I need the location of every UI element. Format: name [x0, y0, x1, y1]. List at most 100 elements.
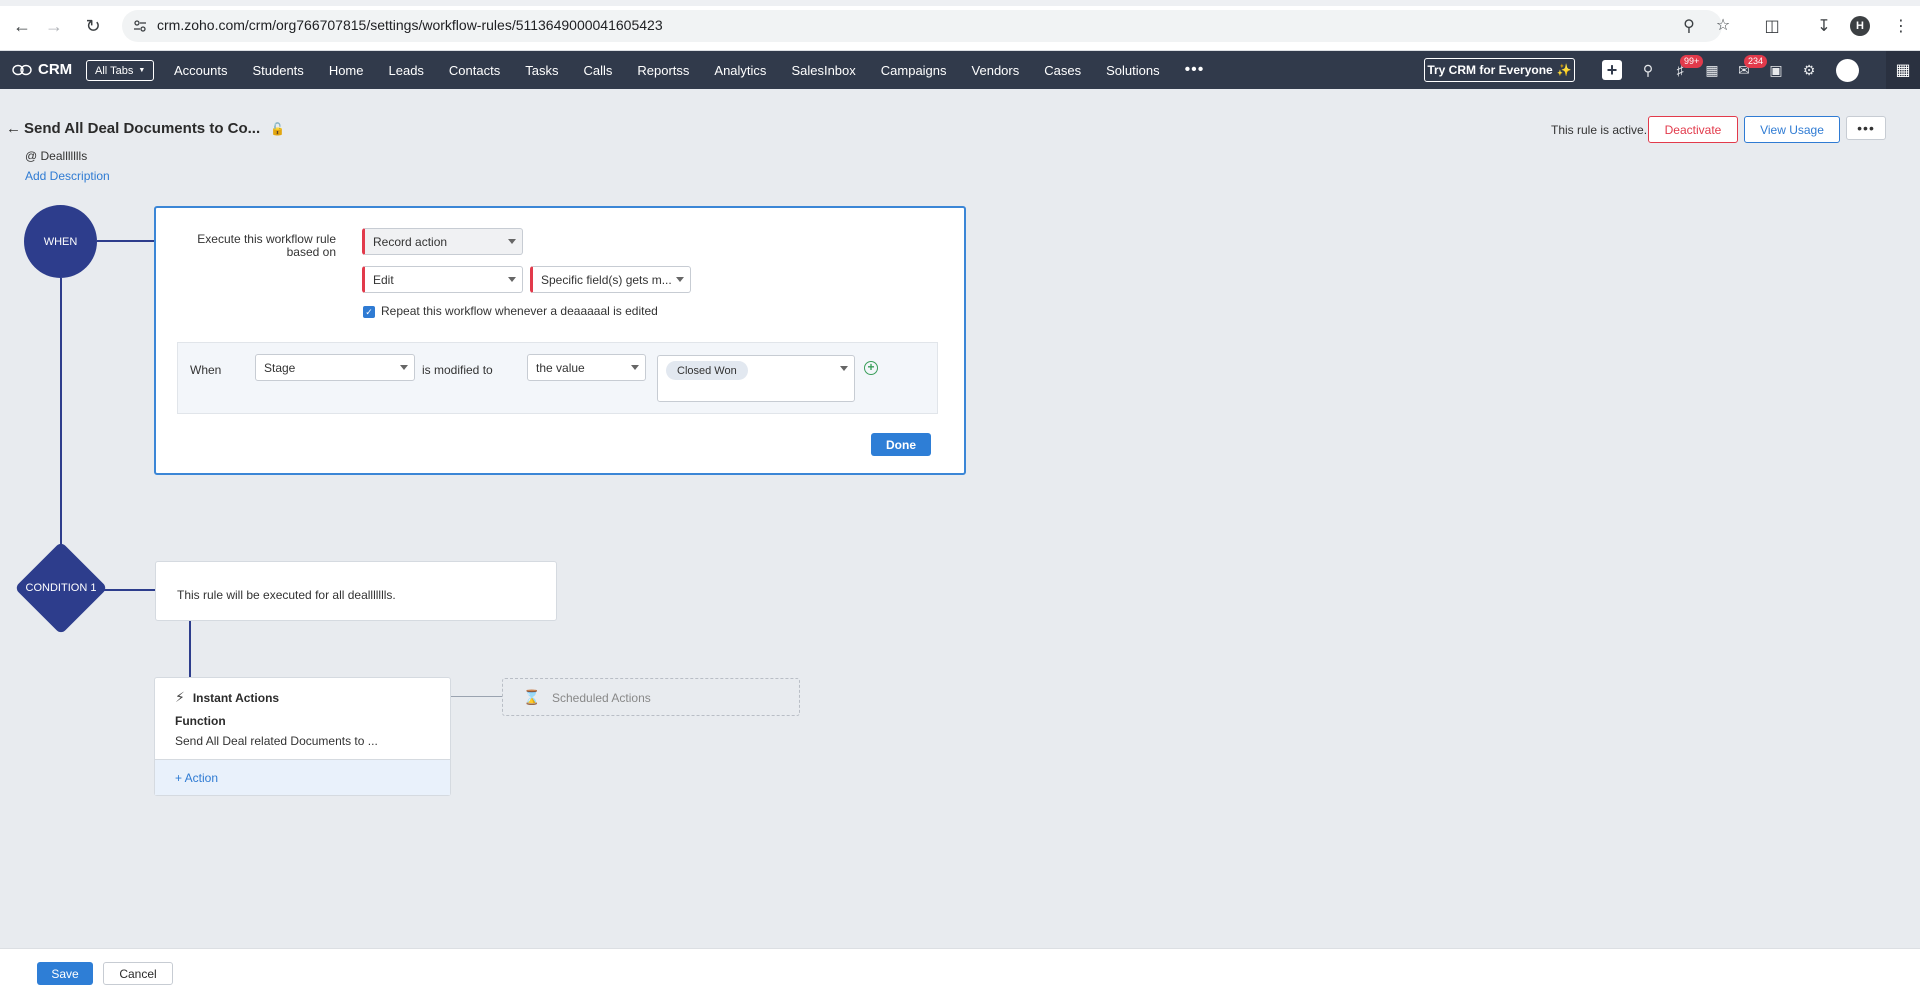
- create-plus-icon[interactable]: +: [1602, 60, 1622, 80]
- field-select[interactable]: Stage: [255, 354, 415, 381]
- zoho-logo-icon: [12, 64, 32, 75]
- tab-campaigns[interactable]: Campaigns: [881, 63, 947, 78]
- tab-reports[interactable]: Reportss: [637, 63, 689, 78]
- action-description[interactable]: Send All Deal related Documents to ...: [175, 734, 378, 748]
- back-arrow-icon[interactable]: ←: [6, 120, 21, 137]
- deactivate-button[interactable]: Deactivate: [1648, 116, 1738, 143]
- crm-logo[interactable]: CRM: [12, 61, 72, 78]
- condition-panel[interactable]: This rule will be executed for all deall…: [155, 561, 557, 621]
- profile-avatar[interactable]: H: [1850, 16, 1870, 36]
- chrome-menu-icon[interactable]: ⋮: [1890, 15, 1912, 37]
- apps-grid-icon[interactable]: ▦: [1886, 51, 1920, 89]
- chevron-down-icon: [676, 277, 684, 282]
- notification-badge: 99+: [1680, 55, 1704, 68]
- flow-connector: [189, 621, 191, 677]
- when-label: When: [190, 363, 222, 377]
- sparkle-icon: ✨: [1556, 63, 1572, 77]
- search-icon[interactable]: ⚲: [1638, 60, 1658, 80]
- crm-topbar: CRM All Tabs ▼ Accounts Students Home Le…: [0, 51, 1920, 89]
- scheduled-actions-label: Scheduled Actions: [552, 691, 651, 705]
- user-avatar[interactable]: [1836, 59, 1859, 82]
- calendar-icon[interactable]: ▦: [1702, 60, 1722, 80]
- rule-title: Send All Deal Documents to Co... 🔓: [24, 120, 285, 137]
- address-bar[interactable]: crm.zoho.com/crm/org766707815/settings/w…: [122, 10, 1722, 42]
- extensions-icon[interactable]: ◫: [1761, 15, 1783, 37]
- marketplace-icon[interactable]: ▣: [1766, 60, 1786, 80]
- tab-strip: [0, 0, 1920, 6]
- tab-vendors[interactable]: Vendors: [972, 63, 1020, 78]
- chevron-down-icon: [840, 366, 848, 371]
- tab-cases[interactable]: Cases: [1044, 63, 1081, 78]
- chevron-down-icon: [508, 277, 516, 282]
- criteria-row: When Stage is modified to the value Clos…: [177, 342, 938, 414]
- tab-leads[interactable]: Leads: [389, 63, 424, 78]
- instant-actions-header: ⚡ Instant Actions: [175, 689, 279, 706]
- value-multiselect[interactable]: Closed Won: [657, 355, 855, 402]
- rule-title-text: Send All Deal Documents to Co...: [24, 120, 261, 137]
- condition-node[interactable]: CONDITION 1: [14, 541, 108, 635]
- all-tabs-button[interactable]: All Tabs ▼: [86, 60, 155, 81]
- site-info-icon[interactable]: [132, 18, 148, 34]
- value-type-value: the value: [536, 360, 585, 375]
- try-crm-button[interactable]: Try CRM for Everyone ✨: [1424, 58, 1575, 82]
- trigger-type-value: Record action: [373, 234, 448, 249]
- try-crm-label: Try CRM for Everyone: [1427, 63, 1553, 77]
- exec-label: Execute this workflow rule based on: [197, 232, 336, 259]
- value-type-select[interactable]: the value: [527, 354, 646, 381]
- gear-icon[interactable]: ⚙: [1799, 60, 1819, 80]
- add-action-bar: + Action: [155, 759, 450, 795]
- star-icon[interactable]: ☆: [1712, 14, 1734, 36]
- more-options-button[interactable]: •••: [1846, 116, 1886, 140]
- scheduled-actions-panel[interactable]: ⌛ Scheduled Actions: [502, 678, 800, 716]
- cancel-button[interactable]: Cancel: [103, 962, 173, 985]
- crm-logo-text: CRM: [38, 61, 73, 78]
- tab-accounts[interactable]: Accounts: [174, 63, 227, 78]
- tab-home[interactable]: Home: [329, 63, 364, 78]
- reload-icon[interactable]: ↻: [82, 15, 104, 37]
- value-chip[interactable]: Closed Won: [666, 361, 748, 380]
- action-select[interactable]: Edit: [362, 266, 523, 293]
- save-button[interactable]: Save: [37, 962, 93, 985]
- chevron-down-icon: [631, 365, 639, 370]
- tab-contacts[interactable]: Contacts: [449, 63, 500, 78]
- tab-analytics[interactable]: Analytics: [714, 63, 766, 78]
- tab-tasks[interactable]: Tasks: [525, 63, 558, 78]
- done-button[interactable]: Done: [871, 433, 931, 456]
- instant-actions-title: Instant Actions: [192, 690, 280, 705]
- field-trigger-select[interactable]: Specific field(s) gets m...: [530, 266, 691, 293]
- condition-text: This rule will be executed for all deall…: [177, 588, 396, 602]
- tab-students[interactable]: Students: [252, 63, 303, 78]
- crm-module-tabs: Accounts Students Home Leads Contacts Ta…: [174, 51, 1229, 89]
- field-value: Stage: [264, 360, 296, 375]
- add-condition-icon[interactable]: +: [864, 361, 878, 375]
- add-action-link[interactable]: + Action: [175, 771, 218, 785]
- condition-node-label: CONDITION 1: [25, 581, 97, 594]
- tab-solutions[interactable]: Solutions: [1106, 63, 1159, 78]
- bell-icon[interactable]: ♯ 99+: [1670, 55, 1704, 80]
- mail-icon[interactable]: ✉ 234: [1734, 55, 1768, 80]
- module-label: @ Deallllllls: [25, 149, 88, 163]
- when-node[interactable]: WHEN: [24, 205, 97, 278]
- back-icon[interactable]: ←: [11, 15, 33, 37]
- flow-connector: [104, 589, 155, 591]
- forward-icon[interactable]: →: [43, 15, 65, 37]
- tab-calls[interactable]: Calls: [583, 63, 612, 78]
- zoom-icon[interactable]: ⚲: [1678, 15, 1700, 37]
- url-text[interactable]: crm.zoho.com/crm/org766707815/settings/w…: [157, 17, 663, 33]
- repeat-checkbox[interactable]: ✓: [363, 306, 375, 318]
- instant-actions-panel: ⚡ Instant Actions Function Send All Deal…: [154, 677, 451, 796]
- hourglass-icon: ⌛: [523, 689, 541, 705]
- download-icon[interactable]: ↧: [1813, 15, 1835, 37]
- add-description-link[interactable]: Add Description: [25, 169, 110, 183]
- lock-icon[interactable]: 🔓: [270, 122, 285, 136]
- action-value: Edit: [373, 272, 394, 287]
- flow-connector: [60, 278, 62, 548]
- tab-salesinbox[interactable]: SalesInbox: [791, 63, 855, 78]
- rule-status-text: This rule is active.: [1551, 123, 1648, 137]
- operator-text: is modified to: [422, 363, 493, 377]
- chevron-down-icon: ▼: [138, 67, 146, 74]
- lightning-icon: ⚡: [175, 689, 185, 705]
- more-tabs-icon[interactable]: •••: [1185, 61, 1205, 79]
- trigger-type-select[interactable]: Record action: [362, 228, 523, 255]
- view-usage-button[interactable]: View Usage: [1744, 116, 1840, 143]
